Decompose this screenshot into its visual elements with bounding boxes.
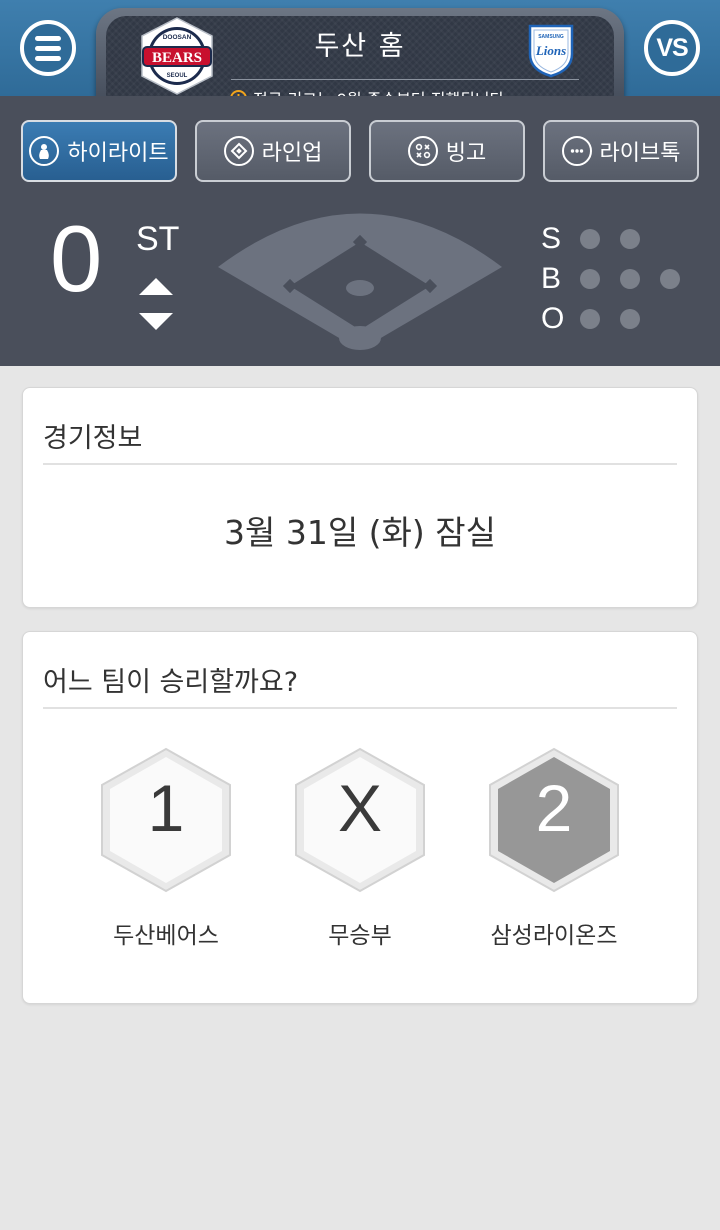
ball-label: B: [541, 262, 562, 295]
choice-symbol: 2: [535, 771, 573, 845]
choice-draw[interactable]: X: [290, 745, 430, 895]
vs-label: VS: [656, 33, 688, 62]
game-info-card: 경기정보 3월 31일 (화) 잠실: [22, 387, 698, 608]
card-title: 경기정보: [43, 423, 143, 454]
diamond-icon: [223, 136, 254, 166]
menu-icon: [35, 35, 61, 61]
title-divider: [231, 79, 579, 80]
away-logo-top-text: SAMSUNG: [538, 34, 564, 40]
tab-livetalk[interactable]: 라이브톡: [543, 120, 699, 182]
home-logo-bottom-text: SEOUL: [167, 73, 188, 79]
choice-away-win[interactable]: 2: [484, 745, 624, 895]
tab-lineup[interactable]: 라인업: [195, 120, 351, 182]
strike-label: S: [541, 222, 562, 255]
choice-label: 삼성라이온즈: [490, 923, 618, 949]
choice-symbol: X: [337, 771, 383, 845]
inning-display: ST: [136, 220, 180, 258]
tab-label: 라인업: [261, 141, 323, 166]
tab-bingo[interactable]: 빙고: [369, 120, 525, 182]
chat-bubble-icon: [561, 136, 592, 166]
prediction-poll-card: 어느 팀이 승리할까요? 1 X 2 두산베어스 무승부 삼성라이온즈: [22, 631, 698, 1004]
choice-label: 무승부: [328, 923, 392, 949]
bingo-grid-icon: [407, 136, 438, 166]
strike-dot: [620, 229, 640, 249]
bowling-pin-icon: [29, 136, 60, 166]
card-divider: [43, 463, 677, 465]
out-dot: [620, 309, 640, 329]
card-title: 어느 팀이 승리할까요?: [43, 667, 299, 698]
inning-top-arrow-icon: [139, 278, 173, 295]
choice-label: 두산베어스: [113, 923, 219, 949]
ball-dot: [620, 269, 640, 289]
tab-label: 빙고: [445, 141, 487, 166]
away-team-logo[interactable]: SAMSUNG Lions: [526, 22, 576, 78]
tab-highlight[interactable]: 하이라이트: [21, 120, 177, 182]
score-display: 0: [50, 206, 103, 311]
tab-label: 라이브톡: [599, 141, 681, 166]
vs-button[interactable]: VS: [644, 20, 700, 76]
game-panel: 하이라이트 라인업 빙고 라이브톡 0 ST S B O: [0, 96, 720, 366]
baseball-field: [218, 213, 502, 350]
card-divider: [43, 707, 677, 709]
choice-home-win[interactable]: 1: [96, 745, 236, 895]
game-date-venue: 3월 31일 (화) 잠실: [223, 513, 496, 552]
ball-dot: [660, 269, 680, 289]
away-logo-main-text: Lions: [535, 43, 566, 58]
tab-label: 하이라이트: [67, 141, 169, 166]
out-dot: [580, 309, 600, 329]
choice-symbol: 1: [147, 771, 185, 845]
menu-button[interactable]: [20, 20, 76, 76]
out-label: O: [541, 302, 565, 335]
ball-dot: [580, 269, 600, 289]
strike-dot: [580, 229, 600, 249]
inning-bottom-arrow-icon: [139, 313, 173, 330]
